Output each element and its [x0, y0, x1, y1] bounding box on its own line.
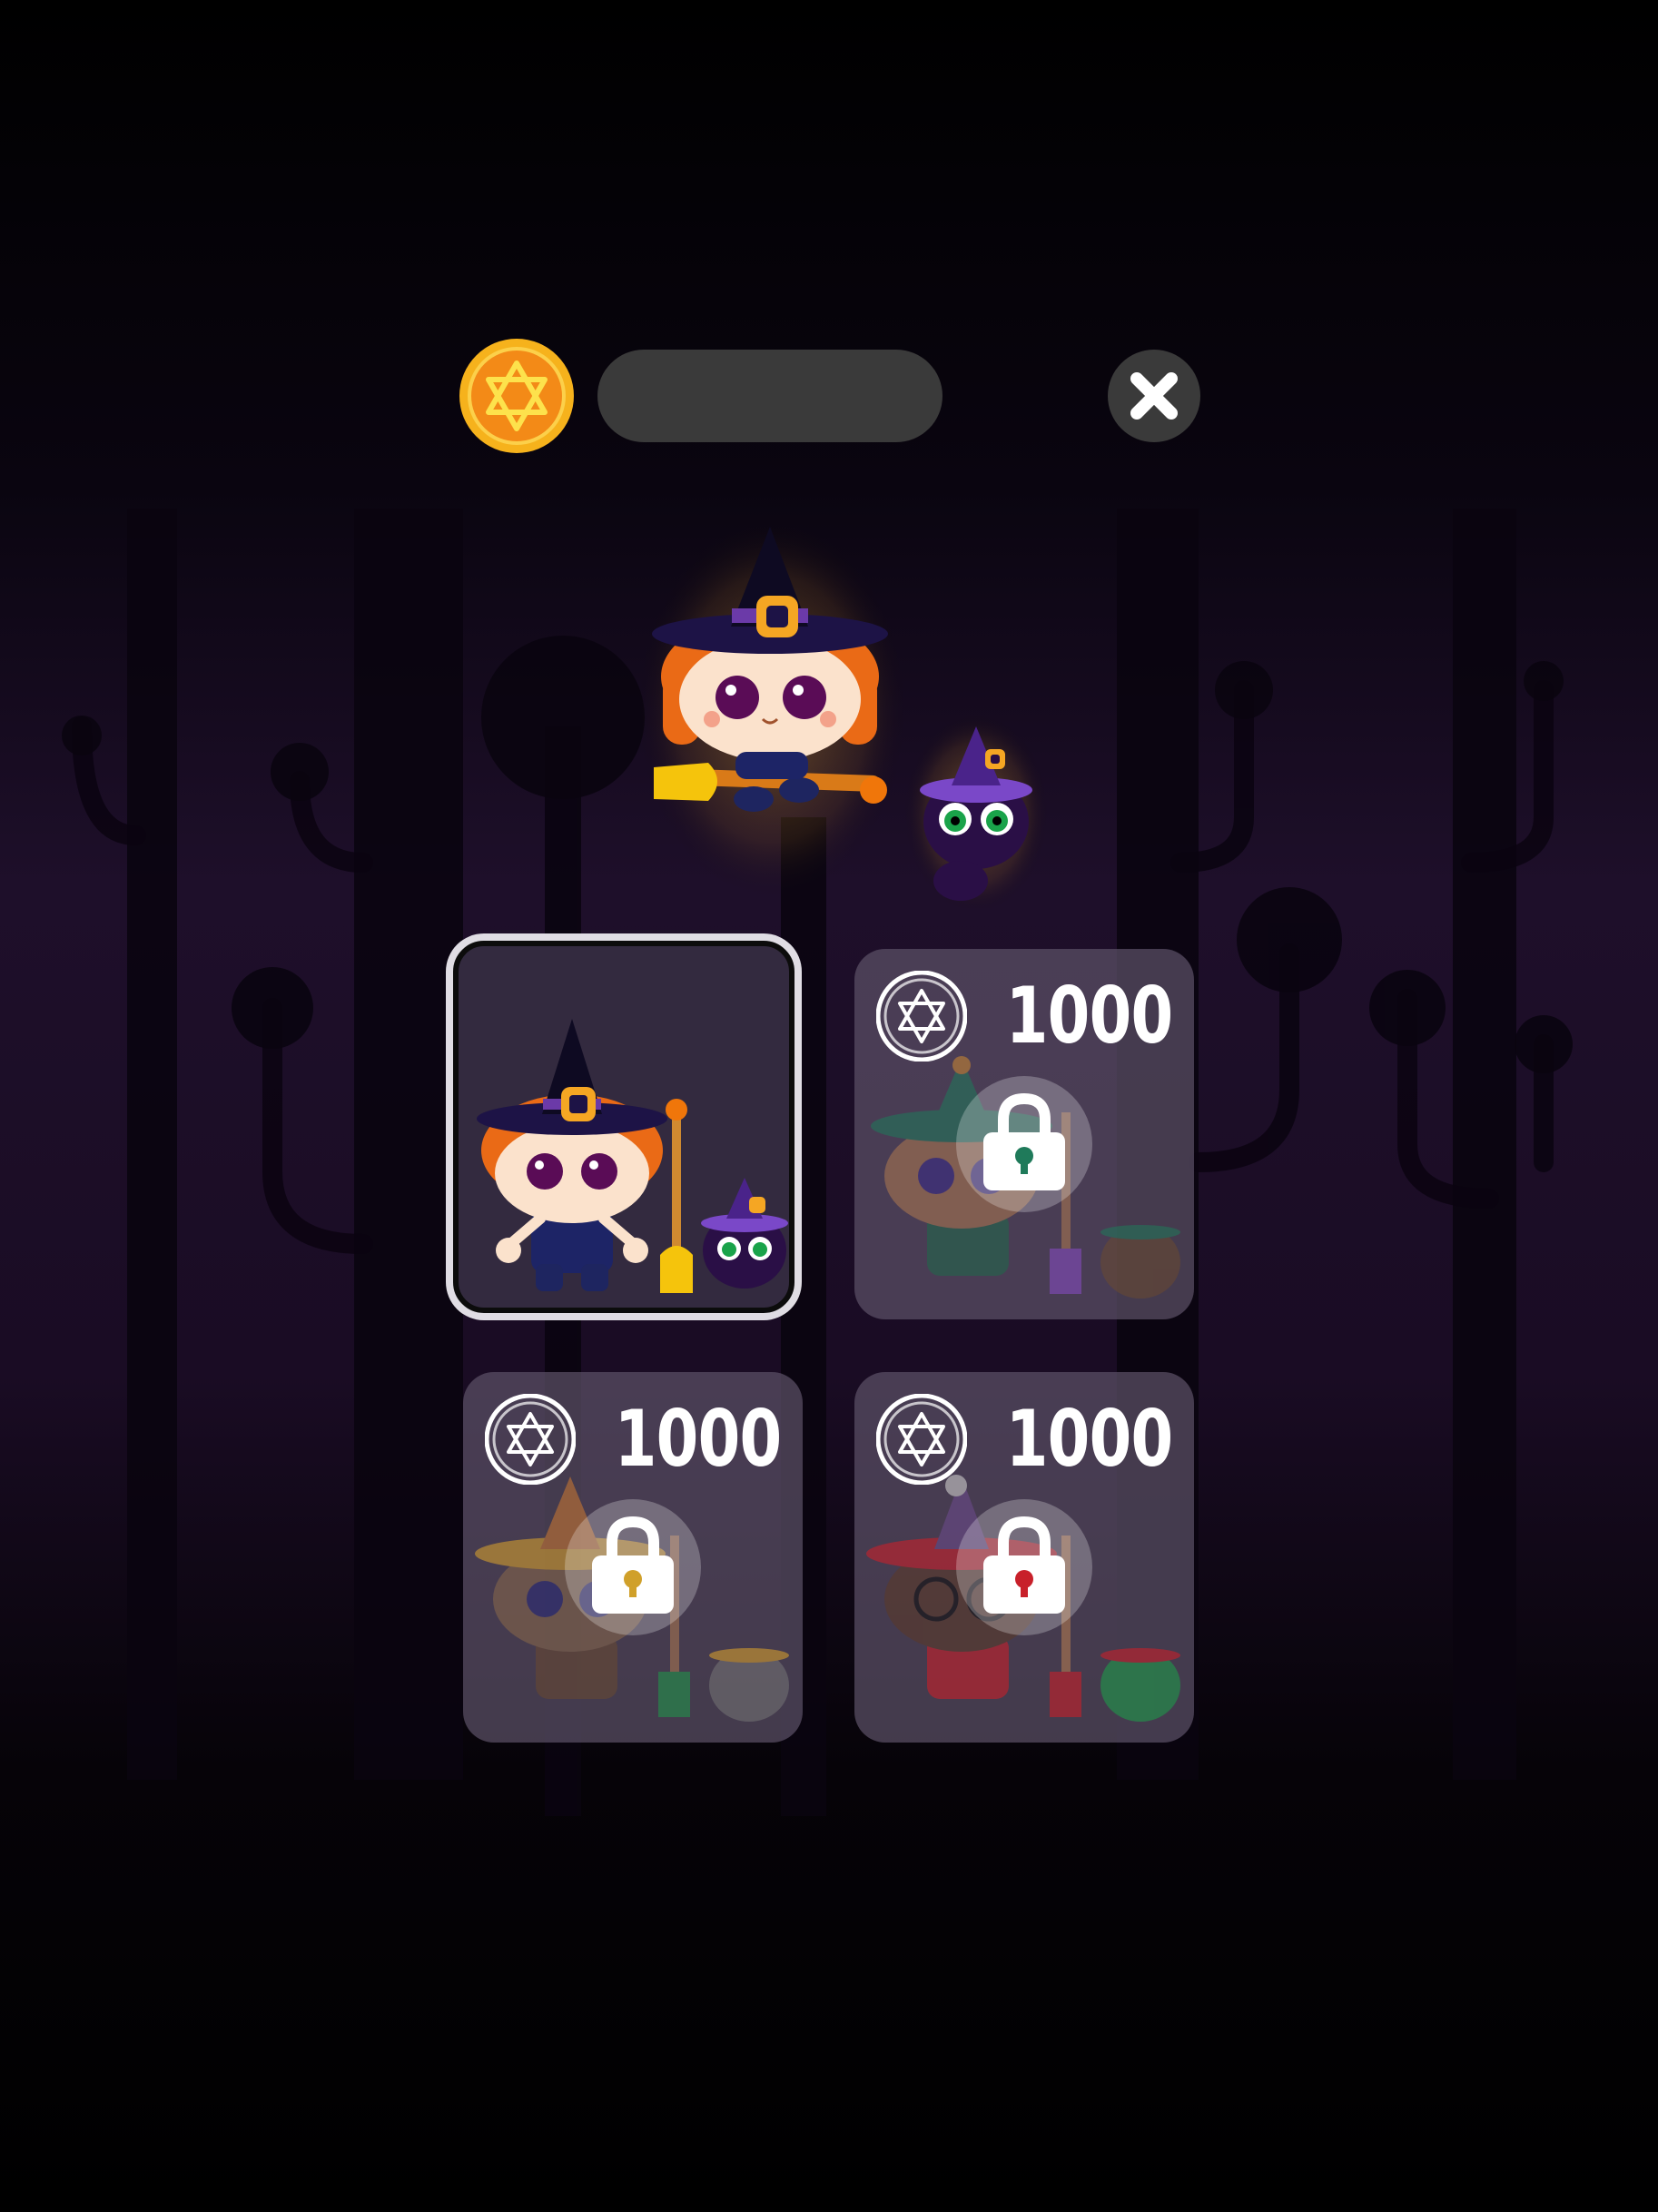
outfit-card-yellow-witch[interactable]: 1000 — [463, 1372, 803, 1743]
game-screen: 1000 1000 1000 — [0, 0, 1658, 2212]
forest-background — [0, 0, 1658, 2212]
coin-balance-display — [597, 350, 942, 442]
hexagram-coin-icon — [876, 1394, 967, 1485]
price-tag: 1000 — [876, 971, 1173, 1062]
price-label: 1000 — [1005, 971, 1172, 1062]
close-x-icon — [1130, 372, 1178, 420]
price-tag: 1000 — [485, 1394, 782, 1485]
classic-witch-art — [477, 1019, 788, 1293]
outfit-card-green-witch[interactable]: 1000 — [854, 949, 1194, 1319]
hexagram-coin-icon — [459, 339, 574, 453]
hexagram-coin-icon — [876, 971, 967, 1062]
hexagram-coin-icon — [485, 1394, 576, 1485]
price-label: 1000 — [614, 1394, 781, 1485]
lock-icon — [956, 1499, 1092, 1635]
close-button[interactable] — [1108, 350, 1200, 442]
price-tag: 1000 — [876, 1394, 1173, 1485]
price-label: 1000 — [1005, 1394, 1172, 1485]
lock-icon — [956, 1076, 1092, 1212]
lock-icon — [565, 1499, 701, 1635]
outfit-card-classic-witch[interactable] — [453, 941, 794, 1313]
selected-character-preview — [636, 518, 1049, 908]
outfit-card-red-witch[interactable]: 1000 — [854, 1372, 1194, 1743]
